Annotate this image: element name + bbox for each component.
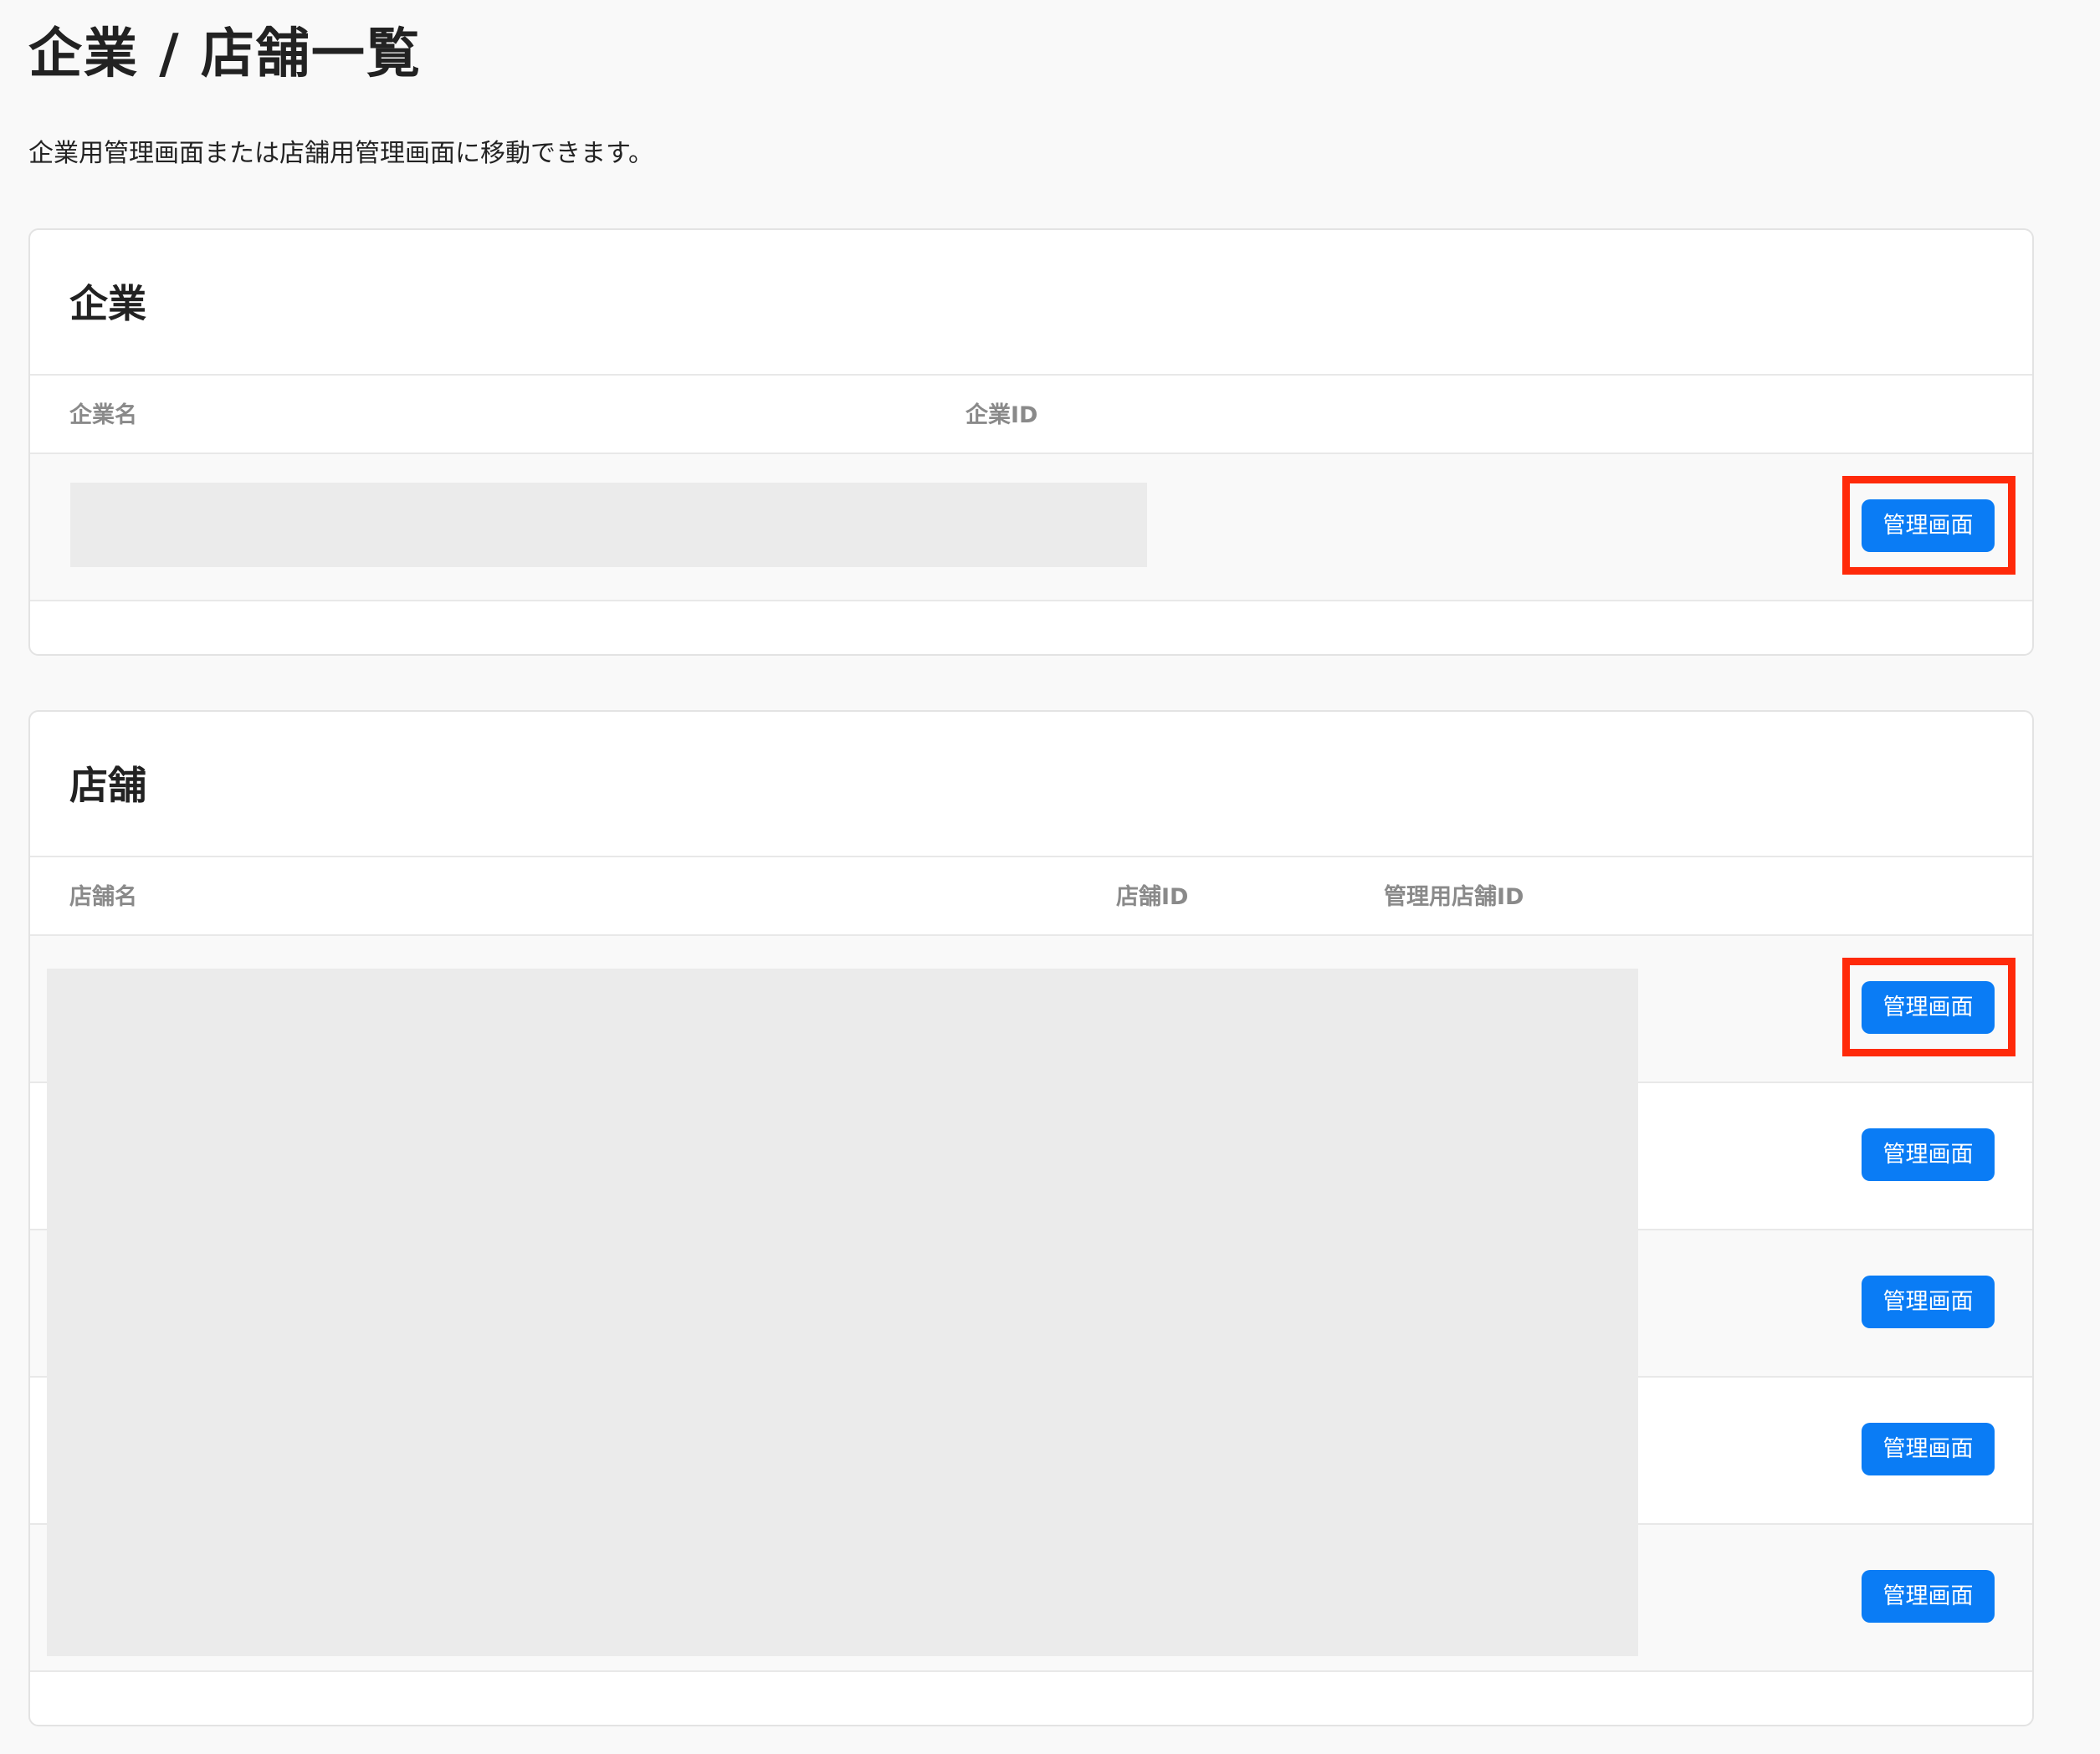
store-card: 店舗 店舗名 店舗ID 管理用店舗ID 管理画面 管理画面 管理画面 管理画面 … — [28, 710, 2034, 1726]
store-manage-button[interactable]: 管理画面 — [1862, 1276, 1995, 1328]
redacted-company-info — [70, 483, 1147, 567]
store-manage-button[interactable]: 管理画面 — [1862, 1423, 1995, 1475]
column-header-store-id: 店舗ID — [1116, 884, 1189, 910]
store-manage-button[interactable]: 管理画面 — [1862, 1128, 1995, 1181]
redacted-store-info — [47, 969, 1638, 1656]
store-table-header: 店舗名 店舗ID 管理用店舗ID — [30, 856, 2032, 936]
company-manage-button[interactable]: 管理画面 — [1862, 499, 1995, 552]
column-header-store-name: 店舗名 — [69, 884, 137, 910]
store-section-title: 店舗 — [69, 763, 146, 808]
column-header-company-name: 企業名 — [69, 402, 137, 428]
column-header-admin-store-id: 管理用店舗ID — [1384, 884, 1524, 910]
page-description: 企業用管理画面または店舗用管理画面に移動できます。 — [28, 139, 653, 168]
company-table-header: 企業名 企業ID — [30, 374, 2032, 454]
company-card: 企業 企業名 企業ID 管理画面 — [28, 228, 2034, 656]
store-manage-button[interactable]: 管理画面 — [1862, 1570, 1995, 1623]
column-header-company-id: 企業ID — [965, 402, 1038, 428]
page-title: 企業 / 店舗一覧 — [28, 23, 422, 85]
company-row: 管理画面 — [30, 454, 2032, 601]
store-manage-button[interactable]: 管理画面 — [1862, 981, 1995, 1034]
company-section-title: 企業 — [69, 281, 146, 326]
